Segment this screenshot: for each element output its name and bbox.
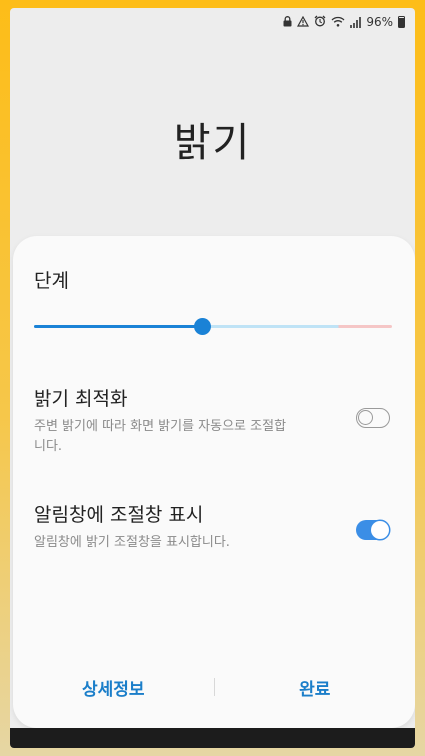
setting-show-slider-in-panel[interactable]: 알림창에 조절창 표시 알림창에 밝기 조절창을 표시합니다. (34, 500, 394, 553)
setting-description: 주변 밝기에 따라 화면 밝기를 자동으로 조절합니다. (34, 419, 287, 454)
slider-thumb[interactable] (194, 318, 212, 335)
battery-percent: 96% (366, 15, 393, 29)
setting-description: 알림창에 밝기 조절창을 표시합니다. (34, 535, 230, 550)
alarm-icon (314, 15, 326, 29)
screen: 96% 밝기 단계 밝기 최적화 주변 밝기에 따라 화면 밝기를 자동으로 조… (10, 8, 415, 748)
setting-adaptive-brightness[interactable]: 밝기 최적화 주변 밝기에 따라 화면 밝기를 자동으로 조절합니다. (34, 384, 394, 457)
action-buttons: 상세정보 완료 (13, 672, 415, 702)
level-label: 단계 (34, 270, 69, 292)
adaptive-brightness-toggle[interactable] (356, 408, 390, 428)
page-title: 밝기 (173, 119, 252, 166)
setting-name: 알림창에 조절창 표시 (34, 504, 204, 526)
wifi-icon (331, 16, 345, 29)
toggle-knob (371, 521, 389, 539)
setting-name: 밝기 최적화 (34, 388, 128, 410)
title-area: 밝기 (10, 36, 415, 241)
status-bar: 96% (10, 8, 415, 36)
toggle-knob (358, 410, 373, 425)
slider-fill (34, 325, 203, 328)
done-button[interactable]: 완료 (215, 675, 416, 700)
navigation-bar (10, 728, 415, 748)
show-slider-toggle[interactable] (356, 520, 390, 540)
lock-icon (283, 15, 292, 29)
sync-warning-icon (297, 15, 310, 29)
brightness-panel: 단계 밝기 최적화 주변 밝기에 따라 화면 밝기를 자동으로 조절합니다. 알… (13, 236, 415, 728)
signal-icon (350, 16, 362, 28)
battery-icon (398, 16, 405, 28)
brightness-slider[interactable] (34, 318, 392, 335)
details-button[interactable]: 상세정보 (13, 675, 214, 700)
